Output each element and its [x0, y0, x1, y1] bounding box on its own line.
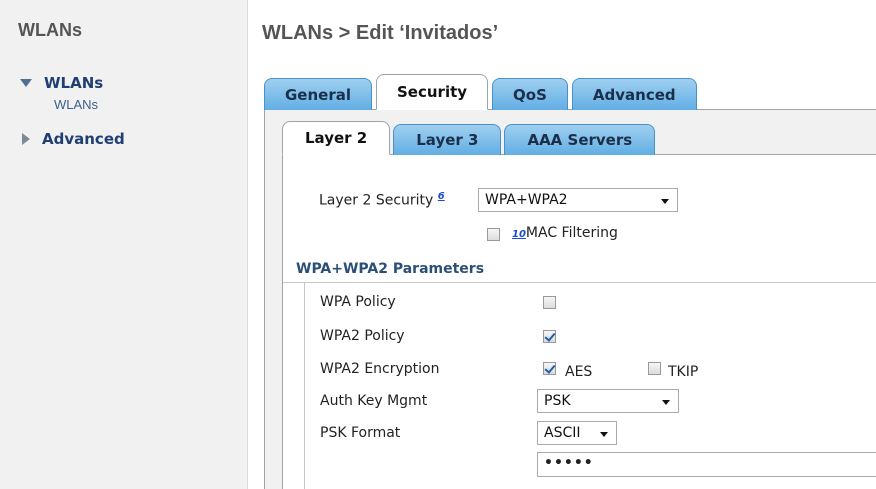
layer2-security-value: WPA+WPA2 [485, 192, 568, 208]
layer2-security-text: Layer 2 Security [319, 192, 434, 209]
subtab-aaa-servers[interactable]: AAA Servers [504, 124, 656, 155]
sidebar: WLANs WLANs WLANs Advanced [0, 0, 248, 489]
sidebar-title: WLANs [18, 20, 82, 40]
psk-format-value: ASCII [544, 425, 581, 441]
dropdown-arrow-icon [661, 199, 669, 204]
subtab-layer2[interactable]: Layer 2 [282, 121, 391, 155]
page-title: WLANs > Edit ‘Invitados’ [262, 22, 499, 44]
sidebar-item-label: WLANs [44, 74, 104, 92]
tkip-checkbox[interactable] [648, 362, 661, 375]
psk-format-label: PSK Format [320, 425, 401, 441]
mac-filtering-checkbox[interactable] [487, 228, 500, 241]
sidebar-item-advanced[interactable]: Advanced [20, 130, 125, 148]
mac-filtering-text: MAC Filtering [525, 225, 618, 241]
wpa2-encryption-label: WPA2 Encryption [320, 361, 440, 377]
auth-key-mgmt-value: PSK [544, 393, 571, 409]
main-tabbar: General Security QoS Advanced [264, 74, 701, 110]
tab-security[interactable]: Security [376, 74, 489, 110]
dropdown-arrow-icon [600, 432, 608, 437]
layer2-security-label: Layer 2 Security 6 [319, 191, 445, 209]
wpa2-policy-label: WPA2 Policy [320, 328, 405, 344]
tab-advanced[interactable]: Advanced [571, 78, 697, 110]
expand-arrow-icon [22, 133, 30, 145]
aes-label: AES [565, 364, 593, 380]
footnote-link[interactable]: 6 [438, 191, 445, 202]
layer2-security-select[interactable]: WPA+WPA2 [478, 188, 678, 212]
collapse-arrow-icon [20, 79, 32, 87]
wpa-parameters-heading: WPA+WPA2 Parameters [296, 261, 485, 277]
subtab-layer3[interactable]: Layer 3 [393, 124, 502, 155]
sidebar-subitem-wlans[interactable]: WLANs [54, 97, 98, 112]
psk-format-select[interactable]: ASCII [537, 421, 617, 445]
mac-filtering-label: 10MAC Filtering [512, 225, 618, 241]
tab-qos[interactable]: QoS [492, 78, 568, 110]
tab-general[interactable]: General [264, 78, 372, 110]
sidebar-item-label: Advanced [42, 130, 125, 148]
wpa2-policy-checkbox[interactable] [543, 330, 556, 343]
wpa-policy-label: WPA Policy [320, 294, 396, 310]
sub-tabbar: Layer 2 Layer 3 AAA Servers [282, 121, 658, 155]
wpa-policy-checkbox[interactable] [543, 296, 556, 309]
auth-key-mgmt-label: Auth Key Mgmt [320, 393, 428, 409]
psk-password-field[interactable]: ••••• [537, 452, 876, 477]
aes-checkbox[interactable] [543, 362, 556, 375]
auth-key-mgmt-select[interactable]: PSK [537, 389, 679, 413]
footnote-link[interactable]: 10 [512, 229, 526, 240]
tkip-label: TKIP [668, 364, 699, 380]
sidebar-item-wlans[interactable]: WLANs [20, 74, 103, 92]
dropdown-arrow-icon [662, 400, 670, 405]
